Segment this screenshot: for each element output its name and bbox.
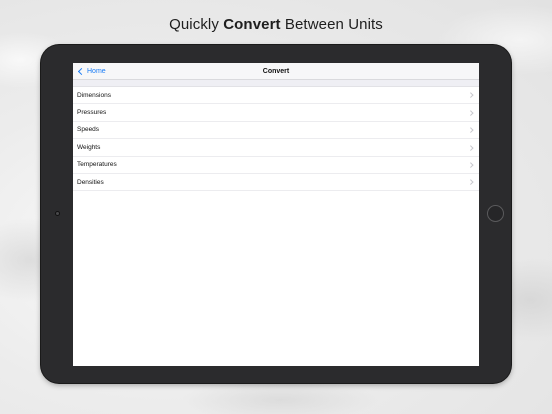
list-item-densities[interactable]: Densities	[73, 174, 479, 192]
chevron-right-icon	[467, 92, 473, 98]
chevron-right-icon	[467, 162, 473, 168]
chevron-right-icon	[467, 144, 473, 150]
app-screen: Home Convert Dimensions Pressures Speeds…	[73, 63, 479, 366]
chevron-right-icon	[467, 127, 473, 133]
list-item-label: Speeds	[77, 126, 100, 134]
tablet-device: Home Convert Dimensions Pressures Speeds…	[41, 45, 511, 383]
list-item-label: Pressures	[77, 109, 107, 117]
front-camera	[55, 211, 60, 216]
headline-suffix: Between Units	[280, 16, 383, 33]
headline-prefix: Quickly	[169, 16, 224, 33]
home-button[interactable]	[487, 205, 504, 222]
list-item-dimensions[interactable]: Dimensions	[73, 87, 479, 105]
section-spacer	[73, 80, 479, 87]
list-item-label: Dimensions	[77, 91, 111, 99]
list-item-pressures[interactable]: Pressures	[73, 104, 479, 122]
navigation-bar: Home Convert	[73, 63, 479, 80]
list-item-label: Weights	[77, 143, 101, 151]
page-title: Convert	[262, 68, 290, 75]
category-list: Dimensions Pressures Speeds Weights Temp…	[73, 87, 479, 192]
headline-emphasis: Convert	[223, 16, 281, 33]
chevron-right-icon	[467, 179, 473, 185]
list-item-speeds[interactable]: Speeds	[73, 122, 479, 140]
chevron-right-icon	[467, 110, 473, 116]
promo-headline: Quickly Convert Between Units	[0, 16, 552, 33]
list-item-label: Densities	[77, 178, 104, 186]
list-item-temperatures[interactable]: Temperatures	[73, 157, 479, 174]
list-item-label: Temperatures	[77, 161, 117, 169]
list-item-weights[interactable]: Weights	[73, 139, 479, 157]
